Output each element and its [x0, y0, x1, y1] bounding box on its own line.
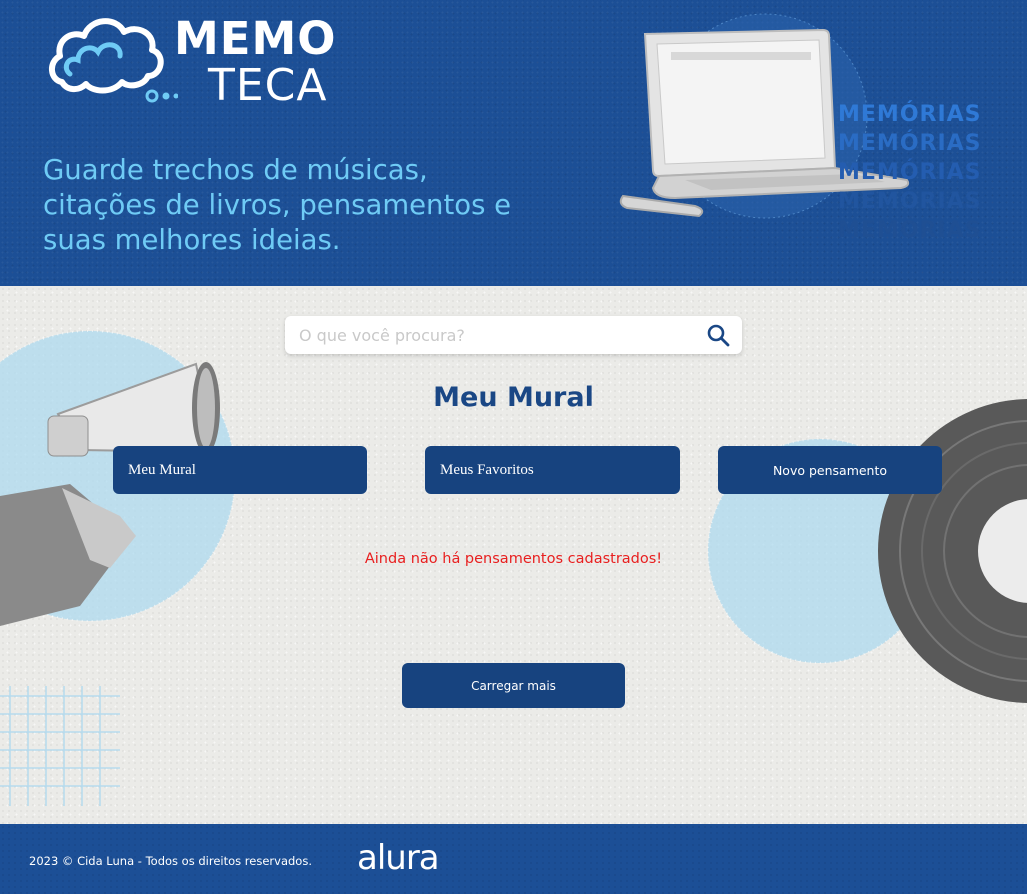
memorias-line: MEMÓRIAS — [838, 131, 982, 156]
novo-pensamento-button[interactable]: Novo pensamento — [718, 446, 942, 494]
cloud-icon — [49, 18, 178, 103]
search-input[interactable] — [285, 316, 695, 354]
site-header: MEMO TECA Guarde trechos de músicas, cit… — [0, 0, 1027, 286]
empty-state-message: Ainda não há pensamentos cadastrados! — [364, 551, 663, 567]
search-bar — [285, 316, 742, 354]
alura-logo[interactable]: alura — [357, 838, 440, 878]
grid-pattern-decor — [0, 686, 120, 806]
memorias-line: MEMÓRIAS — [838, 189, 982, 214]
memorias-line: MEMÓRIAS — [838, 218, 982, 243]
page-title: Meu Mural — [433, 382, 594, 413]
memorias-line: MEMÓRIAS — [838, 160, 982, 185]
memorias-decor-text: MEMÓRIAS MEMÓRIAS MEMÓRIAS MEMÓRIAS MEMÓ… — [838, 100, 1008, 245]
logo-memo-text: MEMO — [174, 12, 337, 65]
site-footer: 2023 © Cida Luna - Todos os direitos res… — [0, 824, 1027, 894]
search-icon[interactable] — [706, 323, 730, 347]
meus-favoritos-button[interactable]: Meus Favoritos — [425, 446, 680, 494]
meu-mural-button[interactable]: Meu Mural — [113, 446, 367, 494]
tagline: Guarde trechos de músicas, citações de l… — [43, 154, 512, 256]
main-content: Meu Mural Meu Mural Meus Favoritos Novo … — [0, 286, 1027, 824]
memorias-line: MEMÓRIAS — [838, 102, 982, 127]
carregar-mais-button[interactable]: Carregar mais — [402, 663, 625, 708]
logo-teca-text: TECA — [208, 60, 328, 111]
memoteca-logo[interactable]: MEMO TECA — [48, 10, 348, 111]
copyright-text: 2023 © Cida Luna - Todos os direitos res… — [29, 854, 312, 868]
